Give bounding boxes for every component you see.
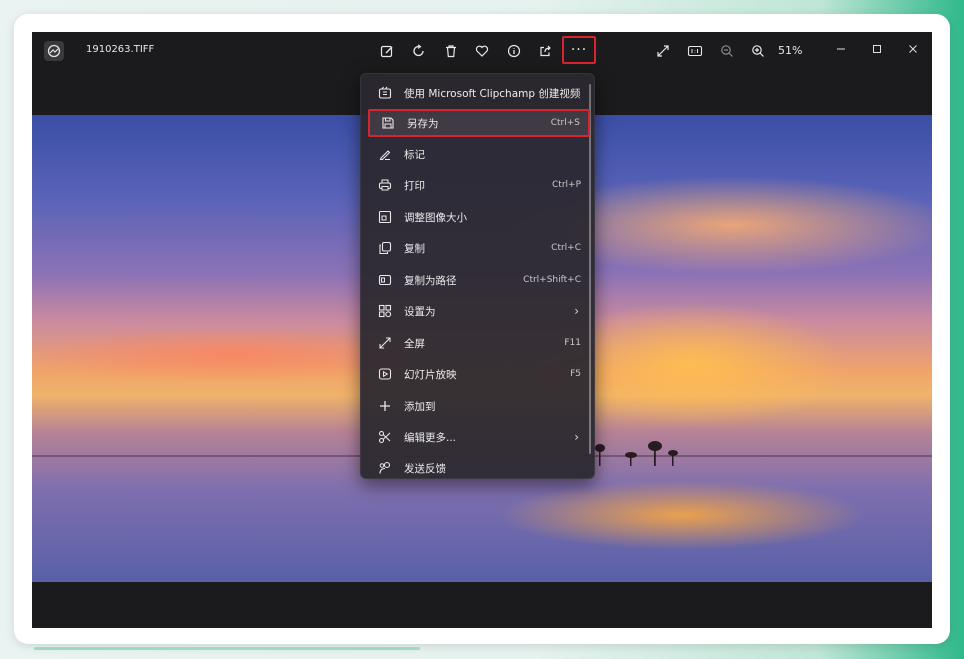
menu-item-clipchamp[interactable]: 使用 Microsoft Clipchamp 创建视频: [367, 79, 589, 107]
menu-item-set-as[interactable]: 设置为 ›: [367, 297, 589, 325]
copy-path-icon: [377, 272, 393, 288]
minimize-icon: [836, 44, 846, 54]
menu-item-copy-as-path[interactable]: 复制为路径 Ctrl+Shift+C: [367, 266, 589, 294]
menu-item-label: 复制: [404, 242, 425, 255]
bottom-accent-bar: [34, 647, 420, 650]
slideshow-icon: [377, 366, 393, 382]
info-icon: [507, 44, 521, 58]
zoom-in-button[interactable]: [747, 40, 769, 62]
maximize-icon: [872, 44, 882, 54]
menu-item-label: 打印: [404, 179, 425, 192]
share-icon: [538, 44, 552, 58]
info-button[interactable]: [503, 40, 525, 62]
menu-item-edit-more[interactable]: 编辑更多... ›: [367, 423, 589, 451]
menu-item-save-as[interactable]: 另存为 Ctrl+S: [368, 109, 590, 137]
save-icon: [380, 115, 396, 131]
more-options-menu: 使用 Microsoft Clipchamp 创建视频 另存为 Ctrl+S 标…: [360, 73, 595, 479]
maximize-button[interactable]: [866, 38, 888, 60]
menu-item-send-feedback[interactable]: 发送反馈: [367, 454, 589, 482]
chevron-right-icon: ›: [574, 430, 579, 444]
chevron-right-icon: ›: [574, 304, 579, 318]
menu-item-label: 编辑更多...: [404, 431, 457, 444]
fullscreen-icon: [656, 44, 670, 58]
zoom-out-button[interactable]: [716, 40, 738, 62]
menu-item-fullscreen[interactable]: 全屏 F11: [367, 329, 589, 357]
menu-item-markup[interactable]: 标记: [367, 140, 589, 168]
menu-scrollbar[interactable]: [589, 84, 591, 454]
actual-size-button[interactable]: [684, 40, 706, 62]
actual-size-icon: [687, 44, 703, 58]
rotate-icon: [412, 44, 426, 58]
menu-item-label: 全屏: [404, 337, 425, 350]
menu-item-shortcut: Ctrl+S: [550, 118, 580, 128]
menu-item-shortcut: F5: [570, 369, 581, 379]
menu-item-label: 设置为: [404, 305, 436, 318]
zoom-out-icon: [720, 44, 734, 58]
add-icon: [377, 398, 393, 414]
share-button[interactable]: [534, 40, 556, 62]
menu-item-shortcut: Ctrl+P: [552, 180, 581, 190]
edit-image-button[interactable]: [376, 40, 398, 62]
menu-item-shortcut: Ctrl+C: [551, 243, 581, 253]
set-as-icon: [377, 303, 393, 319]
menu-item-label: 使用 Microsoft Clipchamp 创建视频: [404, 87, 581, 100]
delete-icon: [444, 44, 458, 58]
menu-item-label: 另存为: [407, 117, 439, 130]
tree-silhouettes: [595, 441, 678, 466]
resize-icon: [377, 209, 393, 225]
menu-item-label: 调整图像大小: [404, 211, 467, 224]
menu-item-slideshow[interactable]: 幻灯片放映 F5: [367, 360, 589, 388]
menu-item-label: 幻灯片放映: [404, 368, 457, 381]
favorite-button[interactable]: [471, 40, 493, 62]
photos-app-icon: [44, 41, 64, 61]
close-icon: [908, 44, 918, 54]
markup-icon: [377, 146, 393, 162]
menu-item-label: 发送反馈: [404, 462, 446, 475]
fullscreen-icon: [377, 335, 393, 351]
more-options-button[interactable]: ···: [562, 36, 596, 64]
menu-item-shortcut: F11: [564, 338, 581, 348]
delete-button[interactable]: [440, 40, 462, 62]
menu-item-label: 复制为路径: [404, 274, 457, 287]
menu-item-copy[interactable]: 复制 Ctrl+C: [367, 234, 589, 262]
fullscreen-button[interactable]: [652, 40, 674, 62]
copy-icon: [377, 240, 393, 256]
menu-item-label: 添加到: [404, 400, 436, 413]
rotate-button[interactable]: [408, 40, 430, 62]
photos-app-window: 1910263.TIFF ··· 51% 使用 Microsoft Clipch…: [32, 32, 932, 628]
menu-item-shortcut: Ctrl+Shift+C: [523, 275, 581, 285]
clipchamp-icon: [377, 85, 393, 101]
minimize-button[interactable]: [830, 38, 852, 60]
print-icon: [377, 177, 393, 193]
close-button[interactable]: [902, 38, 924, 60]
zoom-level[interactable]: 51%: [778, 44, 802, 57]
menu-item-add-to[interactable]: 添加到: [367, 392, 589, 420]
edit-more-icon: [377, 429, 393, 445]
edit-image-icon: [380, 44, 394, 58]
menu-item-label: 标记: [404, 148, 425, 161]
title-bar: 1910263.TIFF ··· 51%: [32, 32, 932, 70]
menu-item-print[interactable]: 打印 Ctrl+P: [367, 171, 589, 199]
feedback-icon: [377, 460, 393, 476]
more-icon: ···: [570, 42, 588, 58]
favorite-icon: [475, 44, 489, 58]
menu-item-resize-image[interactable]: 调整图像大小: [367, 203, 589, 231]
zoom-in-icon: [751, 44, 765, 58]
file-name: 1910263.TIFF: [86, 44, 155, 55]
